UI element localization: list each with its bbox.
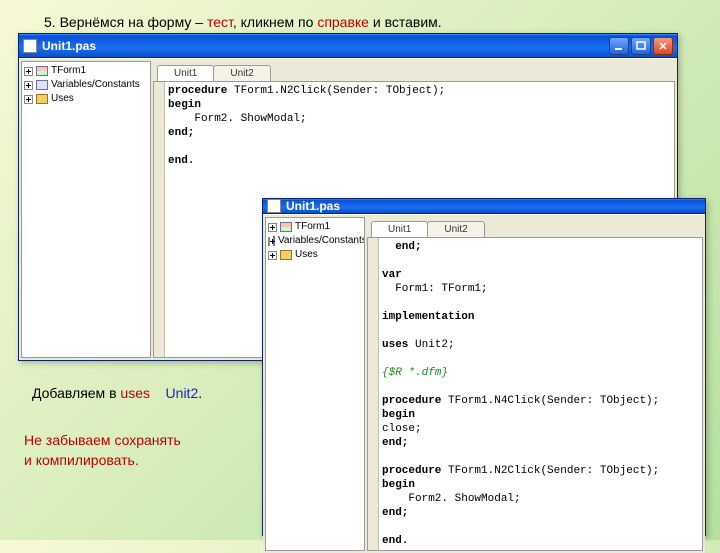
expand-icon[interactable] (24, 81, 33, 90)
editor-window-2: Unit1.pas TForm1 Variables/Constants Use… (262, 198, 706, 536)
editor-tabs: Unit1 Unit2 (153, 61, 675, 81)
tree-item-vars[interactable]: Variables/Constants (266, 234, 364, 248)
editor-tabs: Unit1 Unit2 (367, 217, 703, 237)
maximize-button[interactable] (631, 37, 651, 55)
window-title: Unit1.pas (286, 199, 701, 213)
expand-icon[interactable] (268, 237, 270, 246)
file-icon (23, 39, 37, 53)
tree-item-vars[interactable]: Variables/Constants (22, 78, 150, 92)
code-tree[interactable]: TForm1 Variables/Constants Uses (265, 217, 365, 551)
vars-icon (36, 80, 48, 90)
instruction-line-3: Не забываем сохранять и компилировать. (24, 430, 181, 470)
tree-item-form[interactable]: TForm1 (22, 64, 150, 78)
tree-item-form[interactable]: TForm1 (266, 220, 364, 234)
expand-icon[interactable] (268, 251, 277, 260)
window-title: Unit1.pas (42, 39, 607, 53)
folder-icon (36, 94, 48, 104)
code-editor[interactable]: end; var Form1: TForm1; implementation u… (367, 237, 703, 551)
instruction-line-2: Добавляем в uses Unit2. (32, 385, 202, 401)
file-icon (267, 199, 281, 213)
expand-icon[interactable] (24, 95, 33, 104)
expand-icon[interactable] (24, 67, 33, 76)
instruction-line-1: 5. Вернёмся на форму – тест, кликнем по … (44, 14, 442, 30)
folder-icon (280, 250, 292, 260)
tab-unit1[interactable]: Unit1 (371, 221, 428, 237)
close-button[interactable] (653, 37, 673, 55)
form-icon (36, 66, 48, 76)
titlebar[interactable]: Unit1.pas (19, 34, 677, 58)
code-tree[interactable]: TForm1 Variables/Constants Uses (21, 61, 151, 358)
form-icon (280, 222, 292, 232)
tree-item-uses[interactable]: Uses (22, 92, 150, 106)
tab-unit2[interactable]: Unit2 (427, 221, 484, 237)
tab-unit1[interactable]: Unit1 (157, 65, 214, 81)
tree-item-uses[interactable]: Uses (266, 248, 364, 262)
expand-icon[interactable] (268, 223, 277, 232)
minimize-button[interactable] (609, 37, 629, 55)
titlebar[interactable]: Unit1.pas (263, 199, 705, 214)
tab-unit2[interactable]: Unit2 (213, 65, 270, 81)
